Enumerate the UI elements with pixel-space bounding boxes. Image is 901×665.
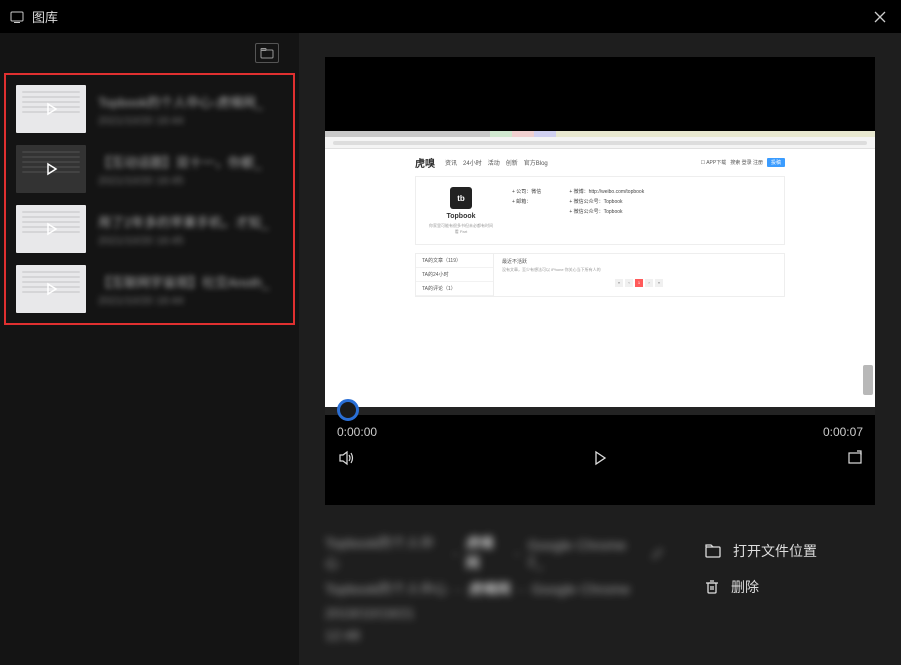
mock-actions-list: 搜索 登录 注册: [730, 159, 763, 166]
app-icon: [10, 10, 24, 24]
thumbnail-title: 【互联网宇宙观】社交Anoth_: [98, 272, 283, 291]
thumbnail-title: 用了2年多的苹果手机，才知_: [98, 212, 283, 231]
window-title: 图库: [32, 7, 58, 26]
thumbnail-image: [16, 205, 86, 253]
thumbnail-item[interactable]: 【互动话题】双十一，你都_ 2021/10/20 16:45: [16, 139, 283, 199]
play-button[interactable]: [592, 450, 608, 466]
volume-icon[interactable]: [337, 449, 355, 467]
mock-scrollbar: [863, 365, 873, 395]
folder-icon: [705, 544, 721, 558]
thumbnail-item[interactable]: 【互联网宇宙观】社交Anoth_ 2021/10/20 16:44: [16, 259, 283, 319]
play-icon: [16, 265, 86, 313]
thumbnail-image: [16, 265, 86, 313]
thumbnail-item[interactable]: 用了2年多的苹果手机，才知_ 2021/10/20 16:45: [16, 199, 283, 259]
duration: 0:00:07: [823, 425, 863, 439]
thumbnail-image: [16, 85, 86, 133]
trash-icon: [705, 579, 719, 595]
fullscreen-icon[interactable]: [847, 450, 863, 466]
open-file-location[interactable]: 打开文件位置: [705, 533, 875, 569]
mock-site-logo: 虎嗅: [415, 155, 435, 170]
thumbnail-date: 2021/10/20 16:44: [98, 295, 283, 307]
mock-nav: 资讯24小时活动创新官方Blog: [445, 158, 548, 167]
progress-bar[interactable]: [325, 407, 875, 415]
sidebar: Topbook的个人中心-虎嗅网_ 2021/10/20 16:44 【互动话题…: [0, 33, 299, 665]
current-time: 0:00:00: [337, 425, 377, 439]
mock-info-right: + 微博：http://weibo.com/topbook+ 微信公众号：Top…: [569, 187, 644, 234]
thumbnail-title: 【互动话题】双十一，你都_: [98, 152, 283, 171]
delete-action[interactable]: 删除: [705, 569, 875, 605]
thumbnail-date: 2021/10/20 16:45: [98, 175, 283, 187]
play-icon: [16, 205, 86, 253]
file-details: Topbook的个人中心 - 虎嗅网 - Google Chrome 2_ To…: [325, 533, 665, 649]
play-icon: [16, 85, 86, 133]
mock-info-left: + 公司：微信+ 邮箱：: [512, 187, 541, 234]
thumbnail-title: Topbook的个人中心-虎嗅网_: [98, 92, 283, 111]
edit-icon[interactable]: [651, 546, 665, 560]
thumbnail-date: 2021/10/20 16:45: [98, 235, 283, 247]
progress-handle[interactable]: [337, 399, 359, 421]
open-folder-button[interactable]: [255, 43, 279, 63]
mock-pager: «‹1›»: [502, 279, 776, 287]
close-button[interactable]: [869, 6, 891, 28]
play-icon: [16, 145, 86, 193]
thumbnail-date: 2021/10/20 16:44: [98, 115, 283, 127]
thumbnail-image: [16, 145, 86, 193]
video-frame[interactable]: 虎嗅 资讯24小时活动创新官方Blog ☐ APP下载 搜索 登录 注册 投稿 …: [325, 57, 875, 407]
video-player: 虎嗅 资讯24小时活动创新官方Blog ☐ APP下载 搜索 登录 注册 投稿 …: [325, 57, 875, 505]
mock-actions: ☐ APP下载 搜索 登录 注册 投稿: [701, 158, 785, 167]
thumbnail-list: Topbook的个人中心-虎嗅网_ 2021/10/20 16:44 【互动话题…: [4, 73, 295, 325]
thumbnail-item[interactable]: Topbook的个人中心-虎嗅网_ 2021/10/20 16:44: [16, 79, 283, 139]
mock-tabs: TA的文章（119）TA的24小时TA的评论（1）: [416, 254, 494, 296]
mock-avatar: tb: [450, 187, 472, 209]
